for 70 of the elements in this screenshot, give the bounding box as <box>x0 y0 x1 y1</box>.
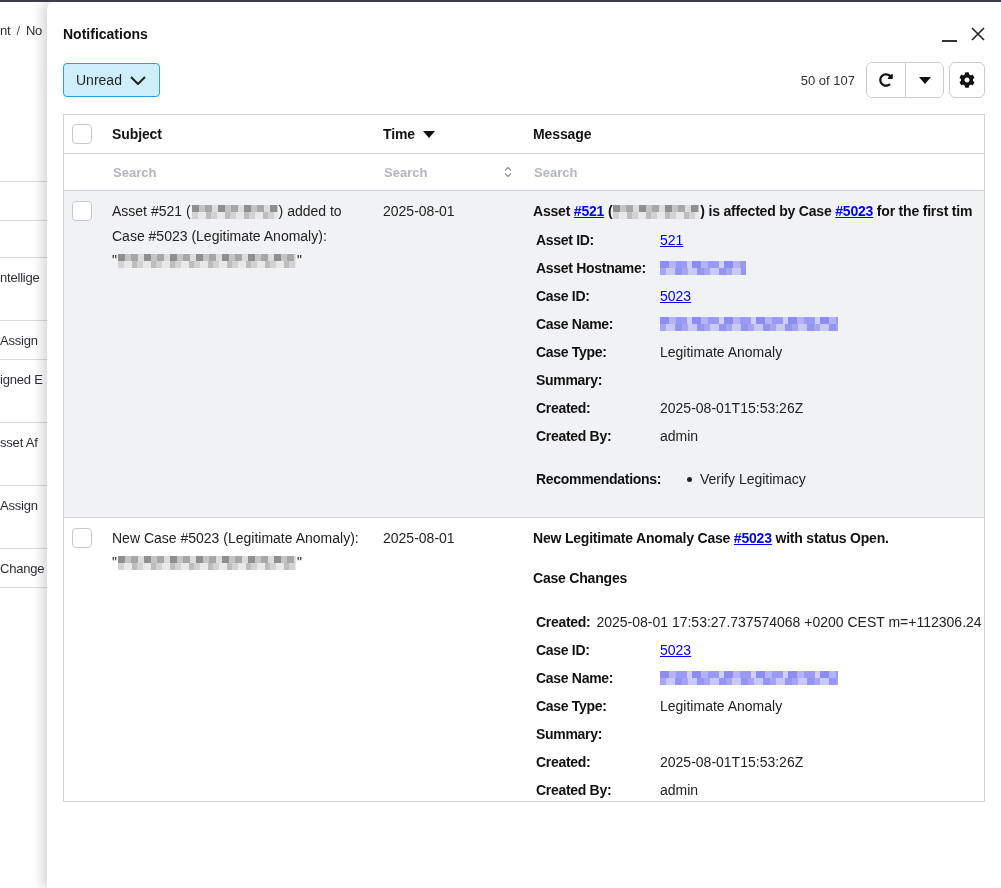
field-value: 2025-08-01 17:53:27.737574068 +0200 CEST m=+112306.24 <box>596 613 982 632</box>
field-value: 2025-08-01T15:53:26Z <box>660 754 804 770</box>
column-header[interactable]: Time <box>383 126 436 142</box>
panel-title: Notifications <box>63 26 148 42</box>
field-label: Created By: <box>536 428 613 444</box>
field-label: Created: <box>536 754 592 770</box>
checkbox[interactable] <box>72 528 92 548</box>
section-heading: Case Changes <box>533 569 629 588</box>
field-link[interactable]: 5023 <box>660 288 692 304</box>
field-link[interactable]: 5023 <box>660 642 692 658</box>
field-label: Summary: <box>536 726 604 742</box>
message-headline: Asset #521 ( ) is affected by Case #5023 for the first tim <box>533 202 974 221</box>
field-value: 2025-08-01T15:53:26Z <box>660 400 804 416</box>
field-label: Summary: <box>536 372 604 388</box>
background-list-item[interactable]: igned E <box>0 369 43 391</box>
filter-dropdown[interactable]: Unread <box>63 63 160 97</box>
caret-down-icon <box>918 76 931 84</box>
close-icon <box>971 27 985 41</box>
dropdown-button[interactable] <box>905 63 943 97</box>
background-list-item[interactable]: sset Af <box>0 432 38 454</box>
field-label: Case ID: <box>536 642 591 658</box>
bullet-icon <box>687 476 692 482</box>
minimize-icon <box>942 40 957 42</box>
result-count: 50 of 107 <box>800 72 855 88</box>
field-link[interactable]: 521 <box>660 232 684 248</box>
chevron-down-icon <box>130 75 146 85</box>
search-field[interactable]: Search <box>533 161 975 183</box>
settings-button[interactable] <box>949 62 985 98</box>
field-label: Case Name: <box>536 670 615 686</box>
time-text: 2025-08-01 <box>383 203 455 219</box>
breadcrumb-link[interactable]: nt <box>0 21 11 41</box>
field-label: Asset Hostname: <box>536 260 647 276</box>
field-value: admin <box>660 782 699 798</box>
checkbox[interactable] <box>72 201 92 221</box>
background-list-item[interactable]: Assign <box>0 495 38 517</box>
field-label: Case ID: <box>536 288 591 304</box>
message-link[interactable]: #5023 <box>835 203 874 219</box>
search-field[interactable]: Search <box>112 161 362 183</box>
notification-row[interactable] <box>64 191 984 518</box>
field-label: Case Name: <box>536 316 615 332</box>
settings-icon <box>959 72 975 88</box>
message-headline: New Legitimate Anomaly Case #5023 with status Open. <box>533 529 890 548</box>
checkbox[interactable] <box>72 124 92 144</box>
message-link[interactable]: #5023 <box>733 530 772 546</box>
subject-text: New Case #5023 (Legitimate Anomaly): " " <box>112 529 360 572</box>
message-link[interactable]: #521 <box>573 203 605 219</box>
breadcrumb-separator: / <box>16 22 20 40</box>
field-value: Legitimate Anomaly <box>660 344 783 360</box>
column-header[interactable]: Subject <box>112 126 162 142</box>
field-value: Legitimate Anomaly <box>660 698 783 714</box>
column-header[interactable]: Message <box>533 126 592 142</box>
chevron-up-down-icon <box>504 166 512 178</box>
field-label: Recommendations: <box>536 471 660 487</box>
background-list-item[interactable]: ntellige <box>0 267 40 289</box>
field-value: admin <box>660 428 699 444</box>
background-list-item[interactable]: Assign <box>0 330 38 352</box>
field-label: Case Type: <box>536 344 608 360</box>
field-label: Created: <box>536 400 592 416</box>
time-text: 2025-08-01 <box>383 530 455 546</box>
close-button[interactable] <box>971 26 985 42</box>
background-list-item[interactable]: Change <box>0 558 45 580</box>
refresh-icon <box>879 73 893 87</box>
breadcrumb-link[interactable]: No <box>25 21 43 41</box>
field-label: Created By: <box>536 782 613 798</box>
field-label: Asset ID: <box>536 232 595 248</box>
recommendation-item: Verify Legitimacy <box>700 471 806 487</box>
search-field[interactable]: Search <box>383 161 498 183</box>
field-label: Case Type: <box>536 698 608 714</box>
subject-text: Asset #521 ( ) added to Case #5023 (Legitimate Anomaly): " " <box>112 202 343 270</box>
field-label: Created: <box>536 613 591 632</box>
